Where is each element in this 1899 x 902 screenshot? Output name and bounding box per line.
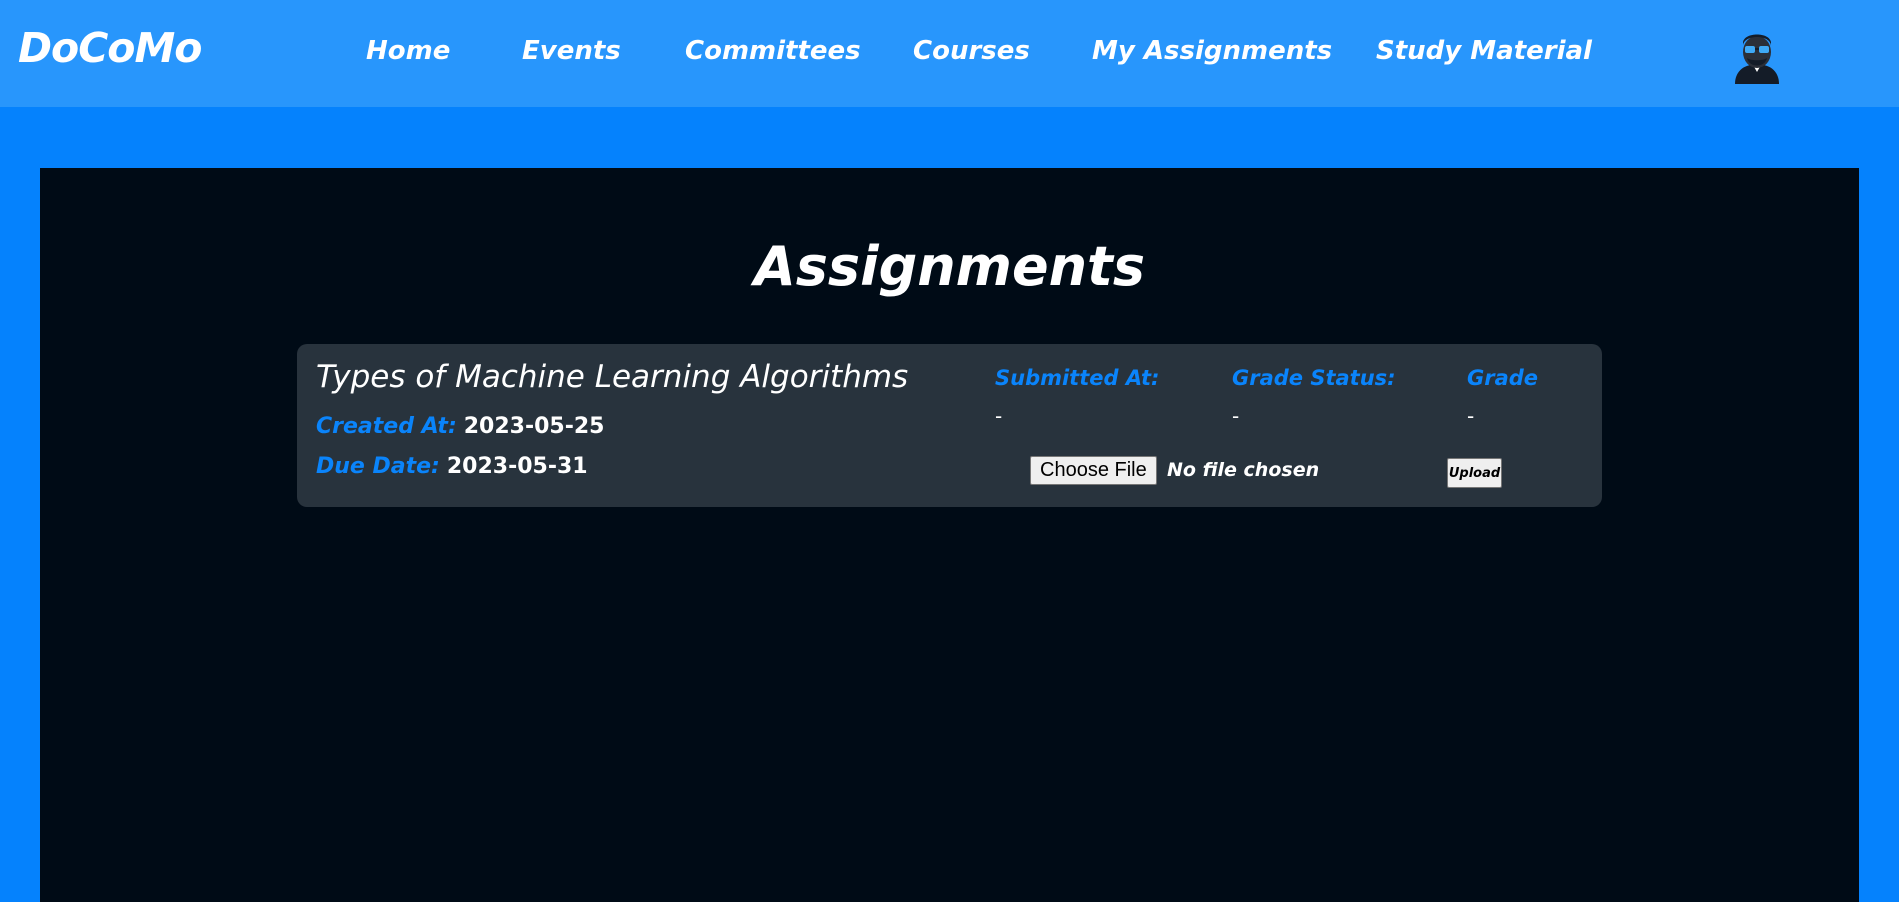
nav-committees[interactable]: Committees bbox=[685, 36, 861, 66]
due-date-row: Due Date: 2023-05-31 bbox=[316, 454, 588, 479]
nav-courses[interactable]: Courses bbox=[913, 36, 1030, 66]
created-at-row: Created At: 2023-05-25 bbox=[316, 414, 604, 439]
due-date-value: 2023-05-31 bbox=[446, 454, 588, 479]
top-navbar: DoCoMo Home Events Committees Courses My… bbox=[0, 0, 1899, 107]
page-title: Assignments bbox=[754, 235, 1145, 298]
submitted-at-label: Submitted At: bbox=[995, 366, 1160, 390]
nav-events[interactable]: Events bbox=[522, 36, 621, 66]
user-avatar-icon[interactable] bbox=[1729, 28, 1785, 84]
submitted-at-value: - bbox=[995, 404, 1003, 428]
nav-my-assignments[interactable]: My Assignments bbox=[1092, 36, 1332, 66]
upload-button[interactable]: Upload bbox=[1447, 458, 1502, 488]
nav-study-material[interactable]: Study Material bbox=[1376, 36, 1592, 66]
choose-file-button[interactable]: Choose File bbox=[1030, 456, 1157, 485]
due-date-label: Due Date: bbox=[316, 454, 440, 479]
created-at-value: 2023-05-25 bbox=[463, 414, 605, 439]
grade-status-value: - bbox=[1232, 404, 1240, 428]
brand-logo[interactable]: DoCoMo bbox=[18, 24, 202, 72]
grade-label: Grade bbox=[1467, 366, 1539, 390]
grade-value: - bbox=[1467, 404, 1475, 428]
nav-home[interactable]: Home bbox=[366, 36, 450, 66]
grade-status-label: Grade Status: bbox=[1232, 366, 1396, 390]
assignment-card: Types of Machine Learning Algorithms Cre… bbox=[297, 344, 1602, 507]
assignment-title: Types of Machine Learning Algorithms bbox=[316, 359, 909, 395]
created-at-label: Created At: bbox=[316, 414, 457, 439]
file-status-text: No file chosen bbox=[1167, 459, 1320, 481]
